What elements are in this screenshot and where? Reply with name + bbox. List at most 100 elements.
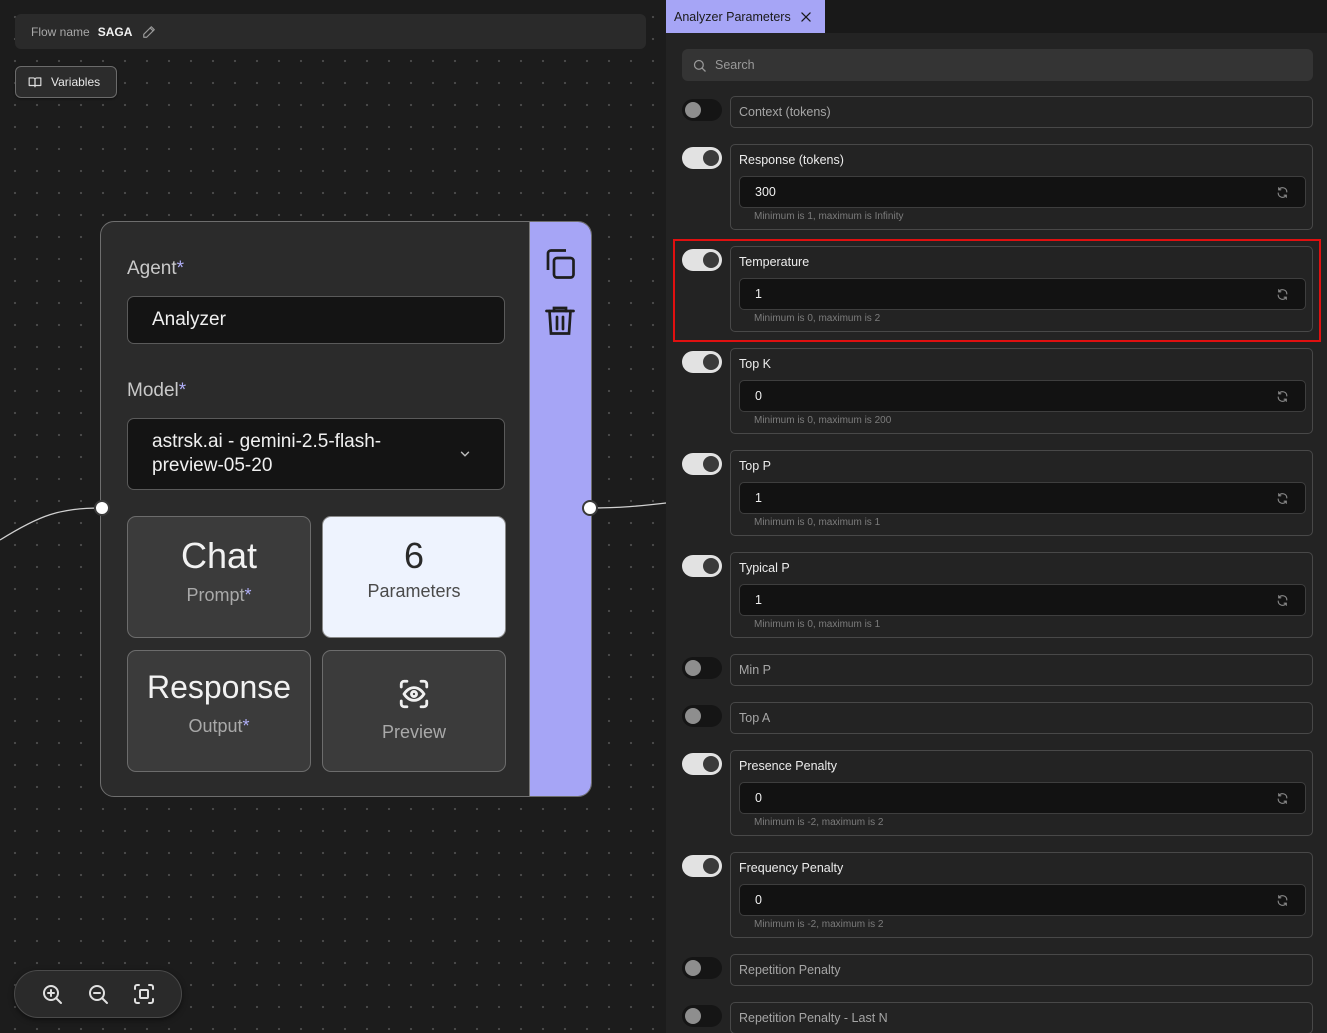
param-value-input[interactable]: 300 [739,176,1306,208]
param-box: Response (tokens) 300 Minimum is 1, maximu… [730,144,1313,230]
param-value-input[interactable]: 1 [739,584,1306,616]
param-value: 1 [755,593,762,607]
toggle-knob [685,1008,701,1024]
preview-tile[interactable]: Preview [322,650,506,772]
param-value-input[interactable]: 0 [739,782,1306,814]
toggle-knob [685,102,701,118]
flow-canvas[interactable]: Flow name SAGA Variables Agent* Analyzer… [0,0,666,1033]
panel-tab-bar: Analyzer Parameters [666,0,1327,33]
tab-analyzer-parameters[interactable]: Analyzer Parameters [666,0,825,33]
param-value: 0 [755,893,762,907]
param-toggle[interactable] [682,855,722,877]
param-value: 1 [755,491,762,505]
parameters-tile-subtitle: Parameters [367,581,461,601]
param-name: Presence Penalty [739,759,837,773]
param-value-input[interactable]: 1 [739,482,1306,514]
param-box: Presence Penalty 0 Minimum is -2, maximum … [730,750,1313,836]
parameters-count: 6 [403,535,425,576]
param-name: Response (tokens) [739,153,844,167]
param-box: Top K 0 Minimum is 0, maximum is 200 [730,348,1313,434]
reset-icon[interactable] [1276,792,1289,805]
zoom-in-icon[interactable] [40,982,64,1006]
param-toggle[interactable] [682,351,722,373]
close-icon[interactable] [799,10,813,24]
panel-tab-title: Analyzer Parameters [674,9,791,24]
param-toggle[interactable] [682,453,722,475]
toggle-knob [703,252,719,268]
response-tile-title: Response [146,669,292,705]
param-name: Top P [739,459,771,473]
param-name: Temperature [739,255,810,269]
trash-icon[interactable] [542,302,578,338]
param-hint: Minimum is 0, maximum is 2 [754,313,881,324]
toggle-knob [703,354,719,370]
reset-icon[interactable] [1276,186,1289,199]
eye-scan-icon [399,679,429,709]
search-icon [693,59,706,72]
toggle-knob [685,960,701,976]
toggle-knob [685,660,701,676]
zoom-controls [14,970,182,1018]
param-hint: Minimum is 0, maximum is 1 [754,517,881,528]
model-field-label: Model* [127,380,187,401]
node-output-handle[interactable] [582,500,598,516]
param-box: Context (tokens) [730,96,1313,128]
model-value-line2: preview-05-20 [152,455,273,476]
param-name: Repetition Penalty [739,963,841,977]
search-input[interactable]: Search [682,49,1313,81]
param-hint: Minimum is 0, maximum is 200 [754,415,892,426]
param-toggle[interactable] [682,657,722,679]
param-toggle[interactable] [682,705,722,727]
param-toggle[interactable] [682,147,722,169]
fit-view-icon[interactable] [132,982,156,1006]
param-toggle[interactable] [682,99,722,121]
param-box: Frequency Penalty 0 Minimum is -2, maximum… [730,852,1313,938]
toggle-knob [703,558,719,574]
param-toggle[interactable] [682,1005,722,1027]
model-select[interactable]: astrsk.ai - gemini-2.5-flash- preview-05… [127,418,505,490]
param-hint: Minimum is -2, maximum is 2 [754,919,884,930]
param-hint: Minimum is -2, maximum is 2 [754,817,884,828]
param-name: Frequency Penalty [739,861,844,875]
param-name: Repetition Penalty - Last N [739,1011,888,1025]
param-box: Min P [730,654,1313,686]
reset-icon[interactable] [1276,288,1289,301]
param-name: Context (tokens) [739,105,831,119]
param-toggle[interactable] [682,753,722,775]
param-hint: Minimum is 1, maximum is Infinity [754,211,904,222]
node-input-handle[interactable] [94,500,110,516]
toggle-knob [703,756,719,772]
param-value-input[interactable]: 1 [739,278,1306,310]
param-value: 300 [755,185,776,199]
toggle-knob [685,708,701,724]
param-box: Repetition Penalty - Last N [730,1002,1313,1033]
response-tile-subtitle: Output* [188,716,250,736]
copy-icon[interactable] [542,246,578,282]
param-toggle[interactable] [682,957,722,979]
param-value-input[interactable]: 0 [739,884,1306,916]
chat-tile-subtitle: Prompt* [186,585,252,605]
param-box: Top P 1 Minimum is 0, maximum is 1 [730,450,1313,536]
response-output-tile[interactable]: Response Output* [127,650,311,772]
param-box: Typical P 1 Minimum is 0, maximum is 1 [730,552,1313,638]
param-toggle[interactable] [682,249,722,271]
chevron-down-icon [460,451,470,457]
reset-icon[interactable] [1276,594,1289,607]
param-box: Top A [730,702,1313,734]
zoom-out-icon[interactable] [86,982,110,1006]
reset-icon[interactable] [1276,894,1289,907]
chat-prompt-tile[interactable]: Chat Prompt* [127,516,311,638]
param-value-input[interactable]: 0 [739,380,1306,412]
toggle-knob [703,858,719,874]
agent-name-input[interactable]: Analyzer [127,296,505,344]
param-toggle[interactable] [682,555,722,577]
model-value-line1: astrsk.ai - gemini-2.5-flash- [152,431,382,452]
toggle-knob [703,150,719,166]
param-box: Repetition Penalty [730,954,1313,986]
reset-icon[interactable] [1276,492,1289,505]
parameters-tile[interactable]: 6 Parameters [322,516,506,638]
agent-field-label: Agent* [127,258,185,279]
reset-icon[interactable] [1276,390,1289,403]
param-box: Temperature 1 Minimum is 0, maximum is 2 [730,246,1313,332]
agent-node[interactable]: Agent* Analyzer Model* astrsk.ai - gemin… [100,221,592,797]
